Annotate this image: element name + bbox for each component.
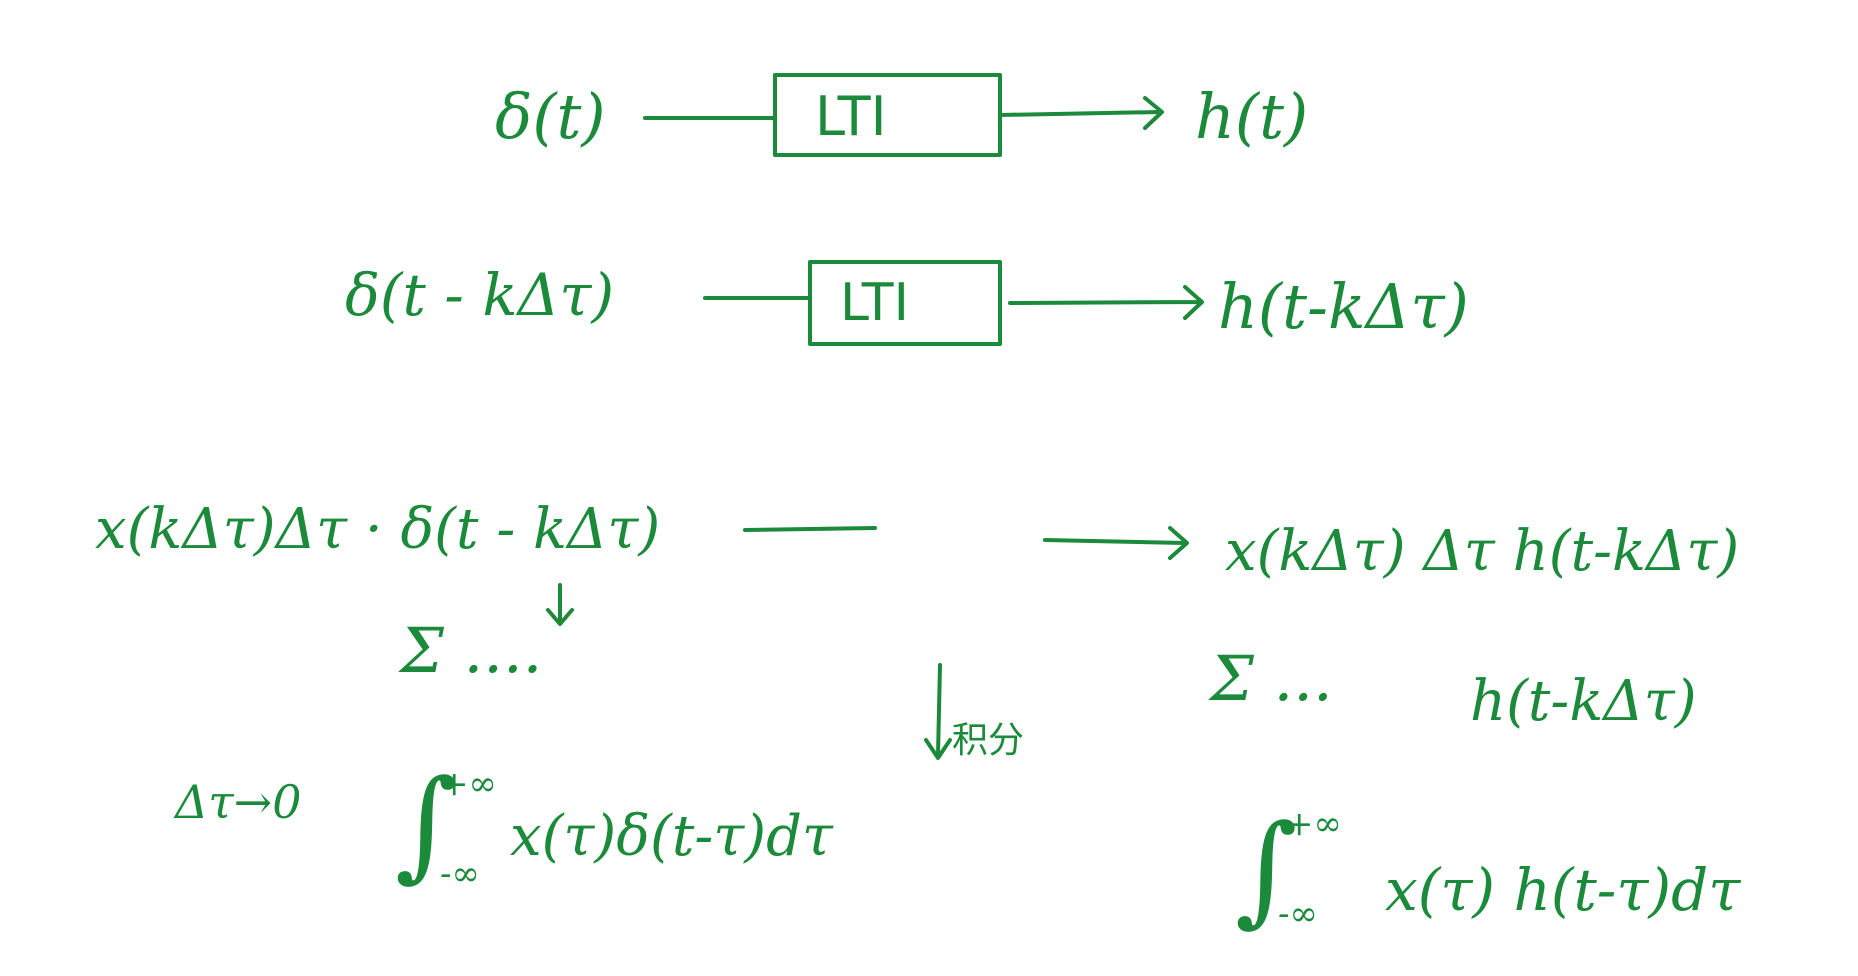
row4-right-term: h(t-kΔτ): [1470, 669, 1697, 734]
left-upper-limit: +∞: [440, 764, 497, 804]
down-arrow-small: [546, 583, 574, 626]
right-upper-limit: +∞: [1285, 804, 1342, 844]
row3-connector-line: [743, 526, 877, 532]
row1-output: h(t): [1195, 80, 1308, 153]
row3-input: x(kΔτ)Δτ · δ(t - kΔτ): [95, 497, 660, 562]
row1-lti-box: [773, 73, 1002, 157]
row3-output: x(kΔτ) Δτ h(t-kΔτ): [1225, 519, 1739, 584]
row2-input: δ(t - kΔτ): [345, 261, 614, 329]
row2-output: h(t-kΔτ): [1218, 270, 1469, 343]
row2-lti-label: LTI: [840, 273, 909, 333]
integral-down-arrow: [924, 663, 952, 760]
right-lower-limit: -∞: [1278, 894, 1318, 934]
row1-output-arrow: [998, 96, 1164, 130]
left-integrand: x(τ)δ(t-τ)dτ: [510, 804, 834, 869]
row2-output-arrow: [1008, 285, 1204, 320]
right-integrand: x(τ) h(t-τ)dτ: [1385, 856, 1741, 924]
handwritten-diagram: δ(t) LTI h(t) δ(t - kΔτ) LTI h(t-kΔτ) x(…: [95, 73, 1741, 939]
limit-label: Δτ→0: [173, 775, 301, 829]
row4-left: Σ ....: [398, 614, 542, 687]
row3-output-arrow: [1043, 526, 1189, 560]
left-lower-limit: -∞: [440, 854, 480, 894]
limit-side-label: 积分: [952, 720, 1024, 761]
row1-input: δ(t): [495, 80, 606, 153]
row4-right: Σ ...: [1208, 642, 1333, 715]
row1-lti-label: LTI: [815, 85, 887, 148]
